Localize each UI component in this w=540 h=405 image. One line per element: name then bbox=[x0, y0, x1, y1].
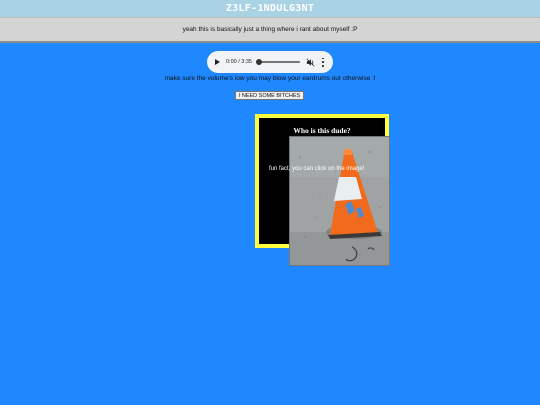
progress-knob[interactable] bbox=[256, 59, 262, 65]
subtitle-bar: yeah this is basically just a thing wher… bbox=[0, 17, 540, 43]
volume-warning: make sure the volume's low you may blow … bbox=[164, 75, 376, 82]
who-heading: Who is this dude? bbox=[293, 126, 351, 135]
traffic-cone-image[interactable] bbox=[289, 136, 390, 266]
site-subtitle: yeah this is basically just a thing wher… bbox=[182, 26, 358, 33]
audio-time: 0:00 / 3:35 bbox=[226, 59, 252, 65]
title-bar: Z3LF-1NDULG3NT bbox=[0, 0, 540, 17]
audio-progress-slider[interactable] bbox=[256, 59, 300, 65]
need-some-button[interactable]: I NEED SOME BITCHES bbox=[235, 91, 304, 100]
site-title: Z3LF-1NDULG3NT bbox=[225, 3, 315, 14]
play-icon[interactable] bbox=[215, 59, 220, 65]
audio-player[interactable]: 0:00 / 3:35 bbox=[207, 51, 333, 73]
more-options-icon[interactable] bbox=[321, 57, 325, 67]
volume-icon[interactable] bbox=[306, 58, 315, 67]
fun-fact-text: fun fact, you can click on the image! bbox=[269, 166, 365, 172]
